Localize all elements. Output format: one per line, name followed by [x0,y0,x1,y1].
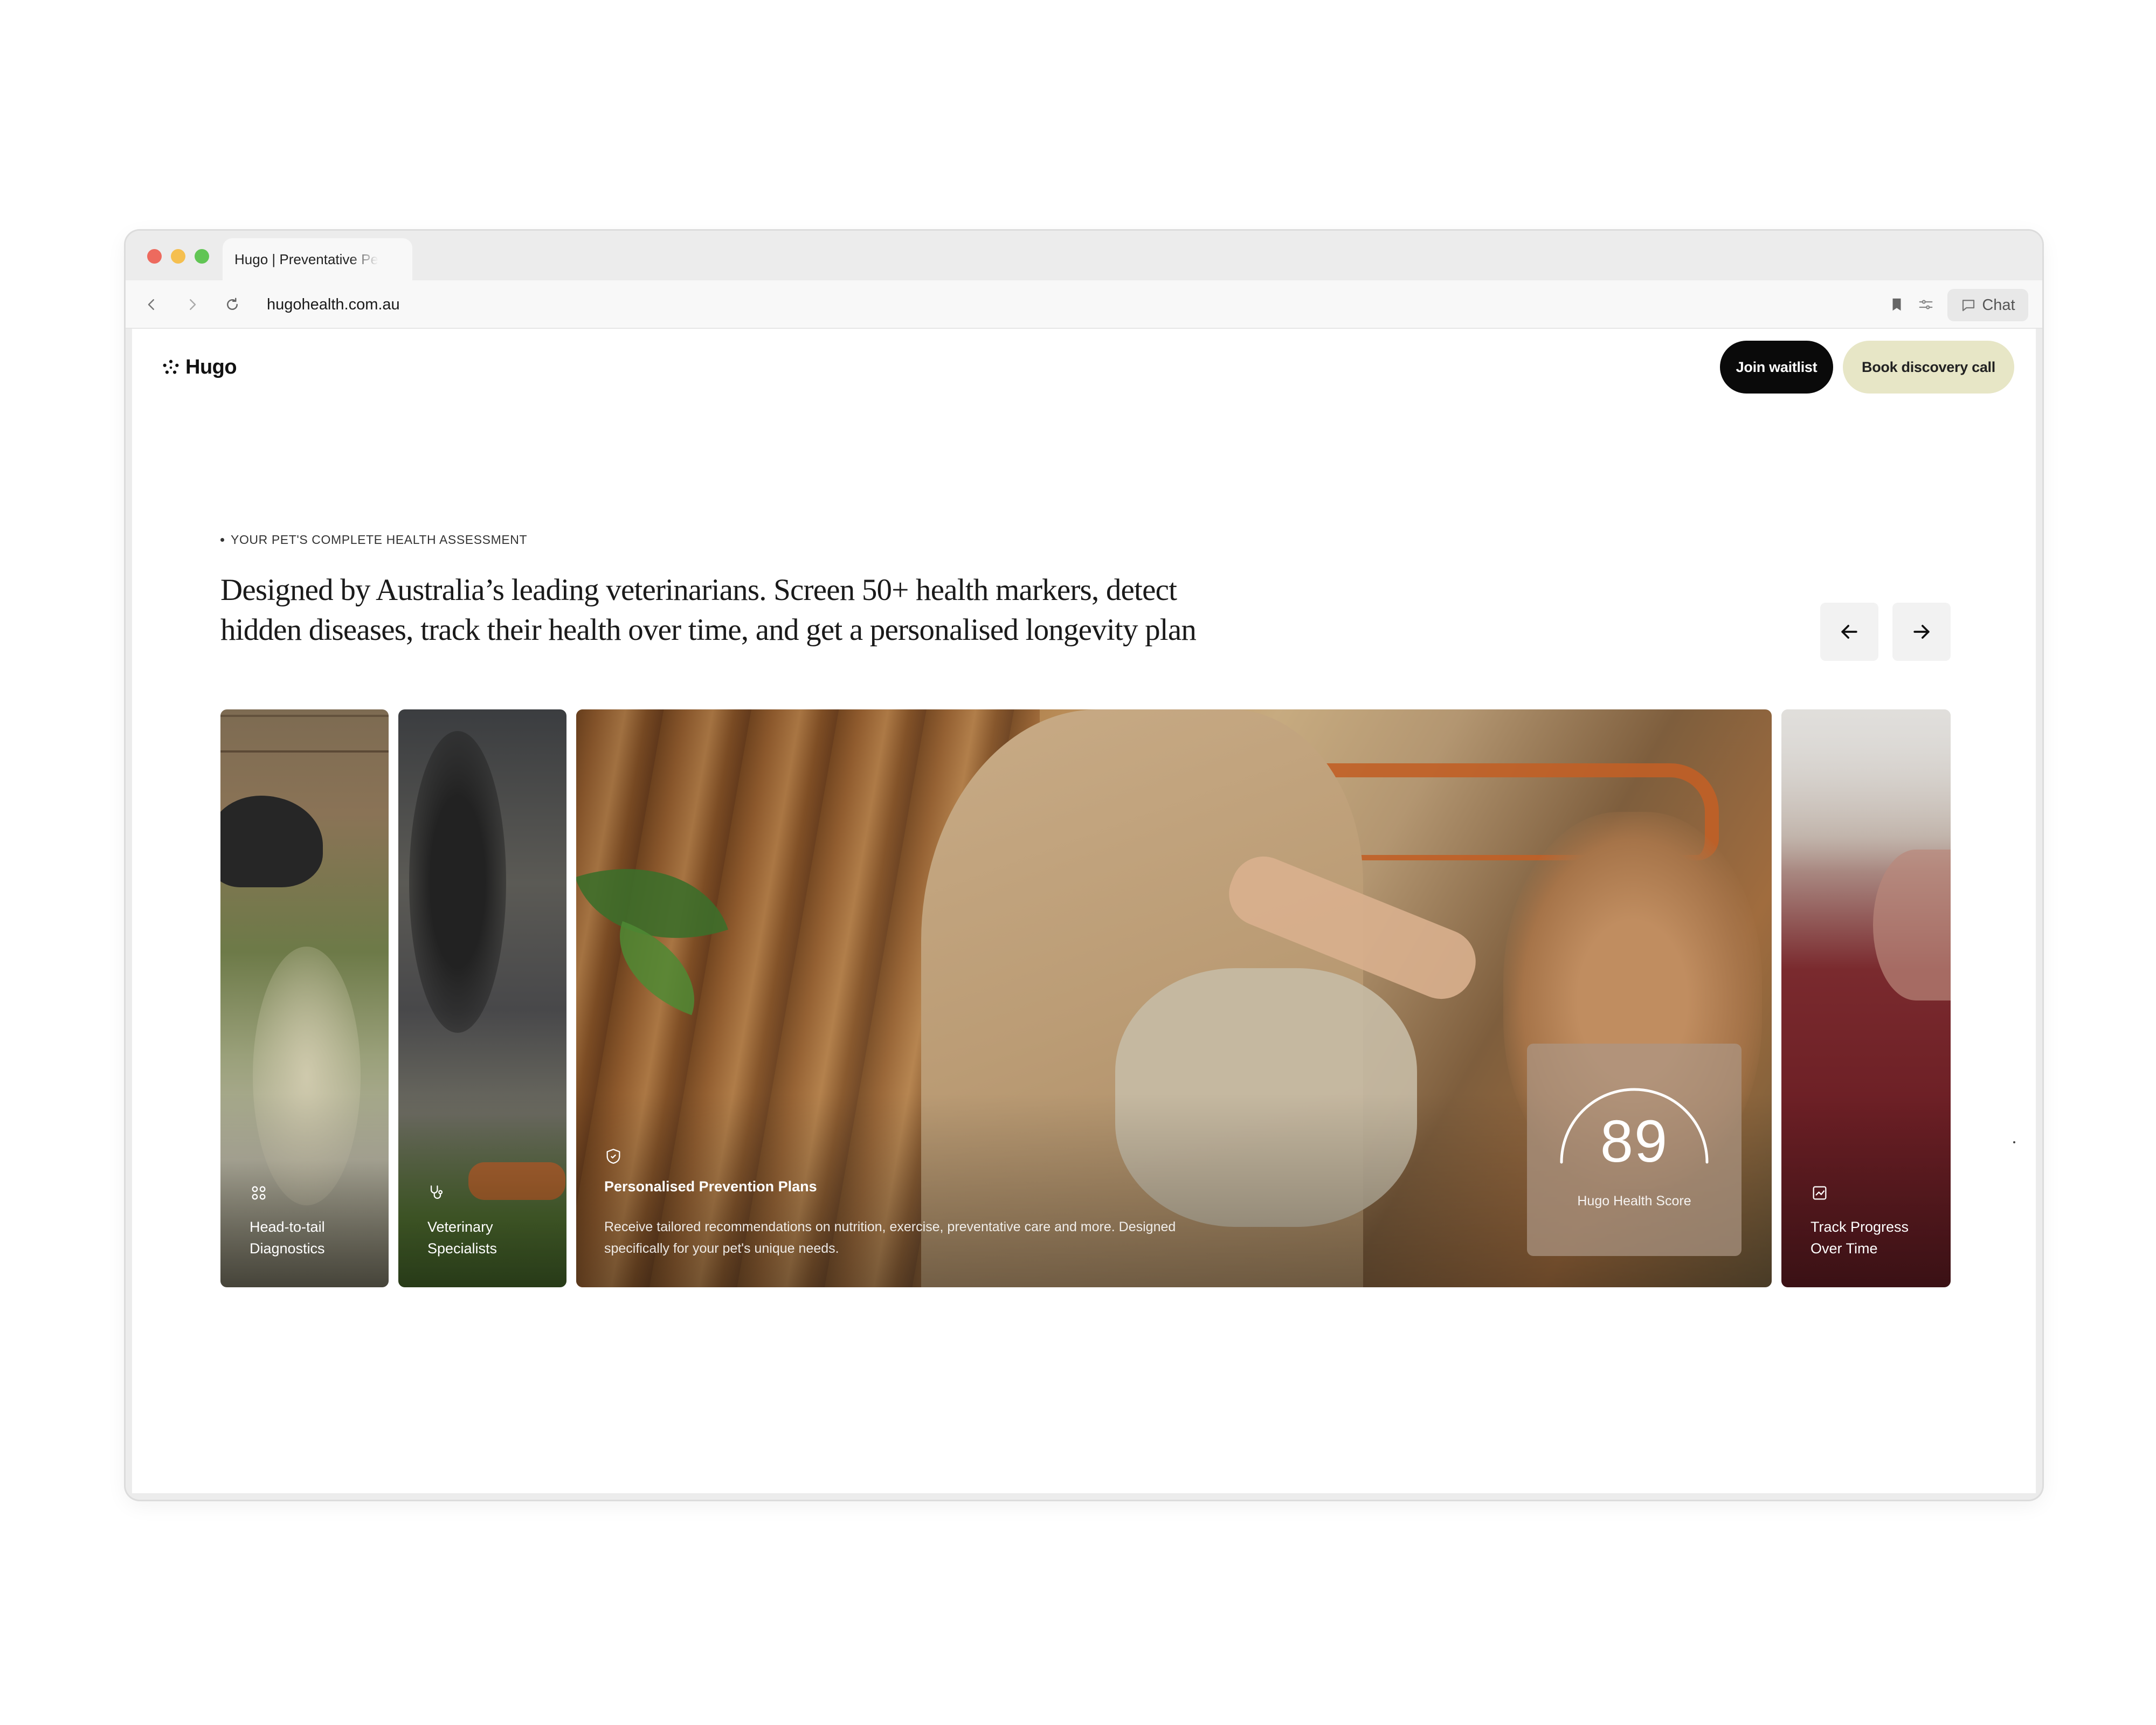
cursor-dot [2013,1141,2015,1143]
section-eyebrow: YOUR PET'S COMPLETE HEALTH ASSESSMENT [220,533,527,547]
card-description-line-2: specifically for your pet's unique needs… [604,1241,839,1256]
health-score-label: Hugo Health Score [1577,1193,1691,1209]
card-description: Receive tailored recommendations on nutr… [604,1216,1305,1259]
tab-title: Hugo | Preventative Pe [234,251,378,267]
headline-line-2: hidden diseases, track their health over… [220,613,1197,647]
sliders-icon [1919,300,1933,309]
carousel-next-button[interactable] [1892,603,1951,661]
bullet-dot [220,538,224,542]
reload-button[interactable] [223,295,242,314]
back-button[interactable] [142,295,161,314]
card-label-line-2: Specialists [427,1240,497,1257]
chat-bubble-icon [1962,300,1975,312]
chevron-right-icon [190,299,196,310]
browser-tab[interactable]: Hugo | Preventative Pe [223,238,412,280]
site-logo[interactable]: Hugo [162,356,237,379]
feature-card-diagnostics[interactable]: Head-to-tail Diagnostics [220,709,389,1287]
chat-label: Chat [1982,296,2015,314]
bookmark-icon [1892,298,1901,311]
logo-mark-icon [163,360,179,374]
photo-person [1873,850,1951,1000]
forward-button[interactable] [183,295,202,314]
minimize-window-button[interactable] [171,249,185,264]
hero-headline: Designed by Australia’s leading veterina… [220,570,1298,650]
carousel-prev-button[interactable] [1820,603,1878,661]
reload-icon [227,298,238,310]
feature-carousel: Head-to-tail Diagnostics Veterinary Spec… [220,709,1951,1287]
page-viewport: Hugo Join waitlist Book discovery call Y… [132,329,2036,1493]
book-discovery-call-button[interactable]: Book discovery call [1843,341,2014,394]
photo-person [220,796,323,887]
card-label-line-1: Head-to-tail [250,1219,325,1235]
chevron-left-icon [148,299,154,310]
logo-text: Hugo [185,356,237,378]
card-label-line-2: Diagnostics [250,1240,325,1257]
arrow-left-icon [1841,625,1857,639]
chat-button[interactable]: Chat [1947,289,2028,321]
card-description-line-1: Receive tailored recommendations on nutr… [604,1219,1176,1234]
close-window-button[interactable] [147,249,162,264]
browser-toolbar: hugohealth.com.au Chat [126,280,2042,329]
photo-background [1781,709,1951,871]
card-label-line-2: Over Time [1811,1240,1878,1257]
join-waitlist-button[interactable]: Join waitlist [1720,341,1833,394]
card-label: Veterinary Specialists [427,1216,557,1259]
card-label: Head-to-tail Diagnostics [250,1216,379,1259]
maximize-window-button[interactable] [195,249,209,264]
eyebrow-text: YOUR PET'S COMPLETE HEALTH ASSESSMENT [231,533,528,547]
feature-card-track-progress[interactable]: Track Progress Over Time [1781,709,1951,1287]
card-title: Personalised Prevention Plans [604,1178,817,1195]
card-label-line-1: Track Progress [1811,1219,1909,1235]
browser-window: Hugo | Preventative Pe hugohealth.com.au… [126,231,2042,1500]
grid-icon [250,1184,268,1202]
health-score-value: 89 [1600,1108,1669,1175]
card-label-line-1: Veterinary [427,1219,493,1235]
chart-icon [1811,1184,1829,1202]
arrow-right-icon [1913,625,1930,639]
bookmark-button[interactable] [1887,295,1906,314]
health-score-panel: 89 Hugo Health Score [1527,1044,1742,1256]
card-label: Track Progress Over Time [1811,1216,1940,1259]
settings-button[interactable] [1916,295,1936,314]
shield-icon [604,1147,623,1165]
stethoscope-icon [427,1184,446,1202]
tab-bar: Hugo | Preventative Pe [126,231,2042,280]
feature-card-prevention-plans[interactable]: Personalised Prevention Plans Receive ta… [576,709,1772,1287]
feature-card-specialists[interactable]: Veterinary Specialists [398,709,566,1287]
headline-line-1: Designed by Australia’s leading veterina… [220,573,1177,607]
photo-fence [220,715,389,753]
address-bar[interactable]: hugohealth.com.au [267,295,400,314]
photo-cat [409,731,506,1033]
